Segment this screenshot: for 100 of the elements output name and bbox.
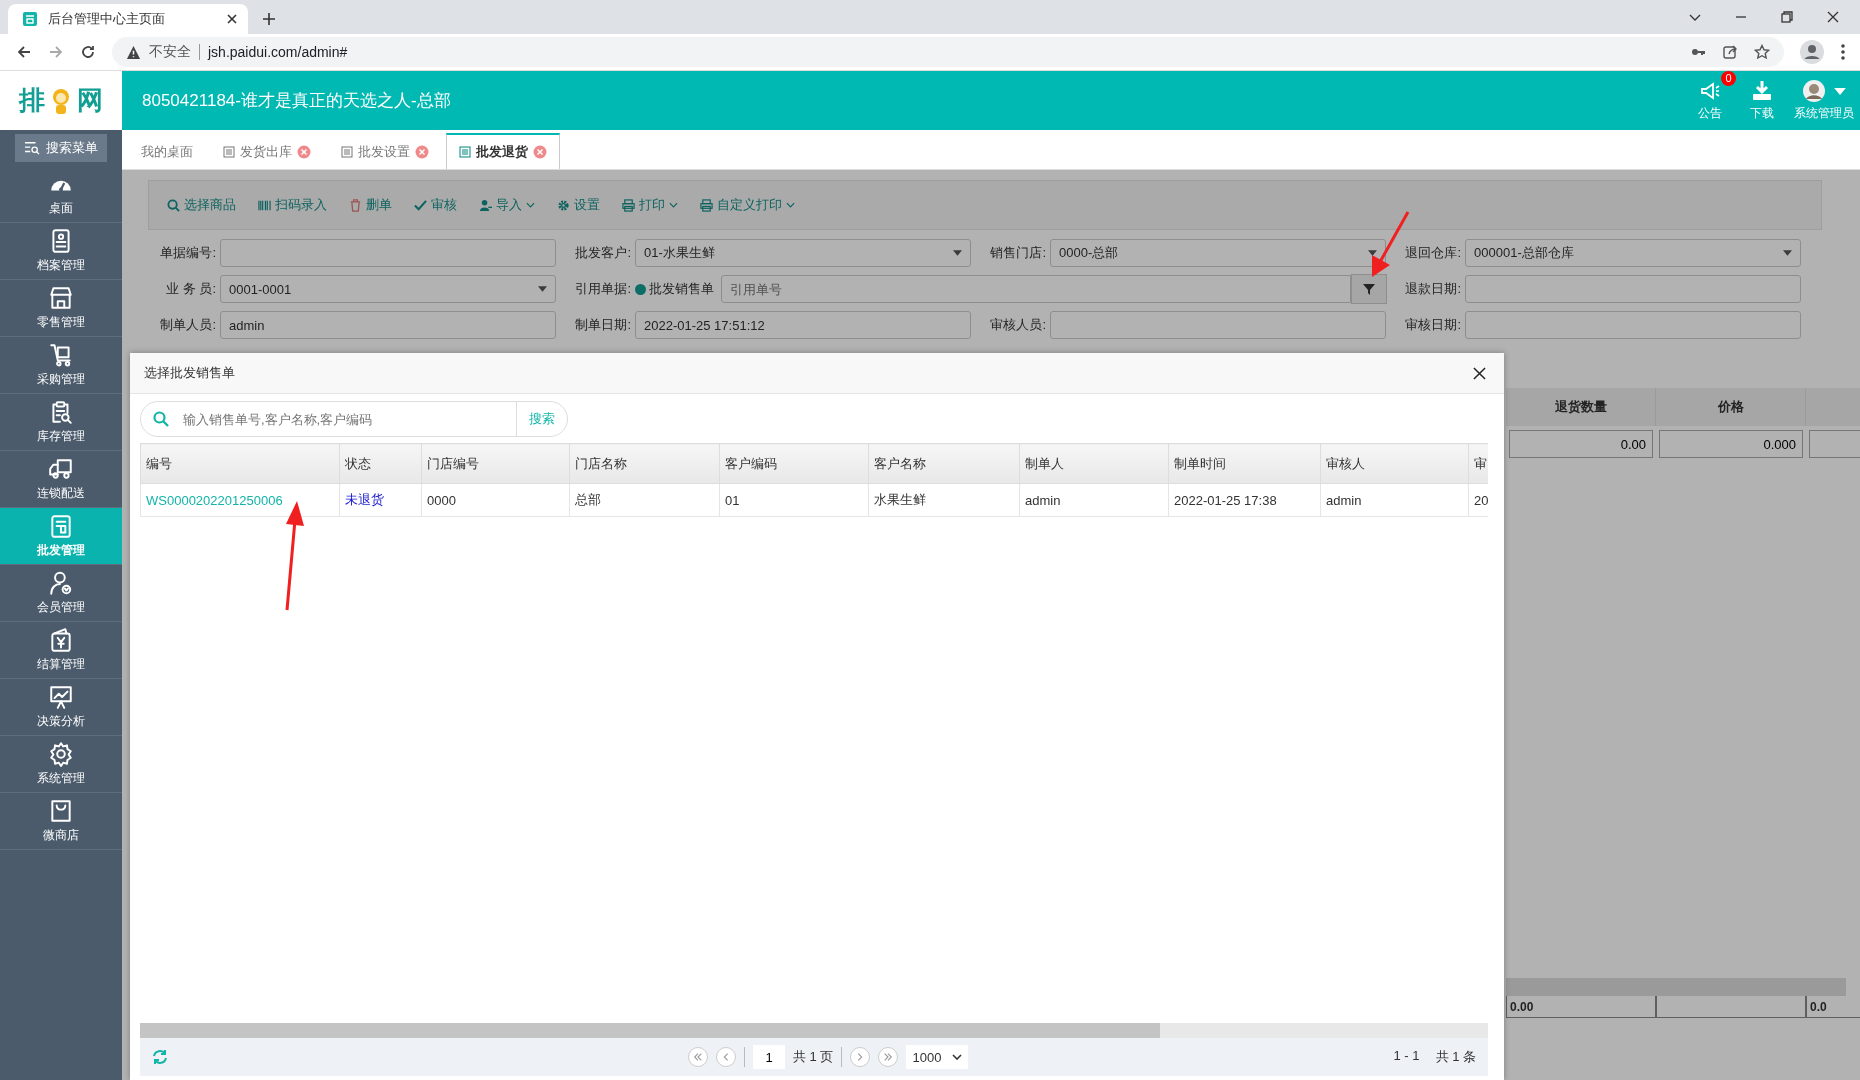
column-header: 退货数量: [1506, 388, 1656, 426]
close-icon[interactable]: [226, 13, 238, 25]
person-badge-icon: [48, 570, 74, 596]
text-field[interactable]: [1465, 275, 1801, 303]
sidebar-label: 档案管理: [37, 257, 85, 274]
column-header: 门店名称: [569, 443, 720, 484]
scrollbar[interactable]: [140, 1023, 1488, 1038]
column-header: 客户编码: [719, 443, 869, 484]
text-field[interactable]: [1050, 311, 1386, 339]
logo-text: 排: [19, 84, 45, 117]
page-count: 共 1 页: [793, 1048, 834, 1066]
settings-icon: [557, 198, 570, 212]
page-number-field[interactable]: 1: [753, 1045, 785, 1069]
page-tab[interactable]: 批发设置: [328, 134, 442, 169]
field-label: 批发客户:: [574, 244, 631, 262]
header-label: 系统管理员: [1794, 105, 1854, 122]
total-cell: 0.00: [1506, 996, 1656, 1018]
trolley-icon: [48, 342, 74, 368]
previous-page-icon: [721, 1052, 731, 1062]
select-field[interactable]: 0000-总部: [1050, 239, 1386, 267]
field-label: 退款日期:: [1404, 280, 1461, 298]
filter-button[interactable]: [1351, 274, 1387, 304]
app-title: 8050421184-谁才是真正的天选之人-总部: [142, 90, 451, 112]
table-cell: 0000: [421, 483, 570, 517]
scrollbar-thumb[interactable]: [140, 1023, 1160, 1038]
document-icon: [223, 146, 235, 158]
list-search-icon: [24, 141, 40, 155]
share-icon[interactable]: [1722, 44, 1738, 60]
text-field[interactable]: [1465, 311, 1801, 339]
field-label: 单据编号:: [159, 244, 216, 262]
restore-icon[interactable]: [1780, 10, 1794, 24]
field-label: 审核日期:: [1404, 316, 1461, 334]
check-icon: [414, 198, 427, 212]
table-cell: 2022-01-25 17:38: [1168, 483, 1321, 517]
menu-search-button[interactable]: 搜索菜单: [15, 134, 107, 162]
table-cell: 水果生鲜: [868, 483, 1020, 517]
radio-option[interactable]: 批发销售单: [635, 280, 721, 298]
tab-label: 我的桌面: [141, 143, 193, 161]
search-icon: [153, 411, 169, 427]
column-header: 状态: [339, 443, 422, 484]
record-total: 共 1 条: [1435, 1048, 1476, 1066]
filter-icon: [1363, 283, 1375, 295]
truck-icon: [48, 456, 74, 482]
caret-icon: [1834, 87, 1846, 95]
star-icon[interactable]: [1754, 44, 1770, 60]
address-bar[interactable]: 不安全 jsh.paidui.com/admin#: [112, 37, 1784, 67]
page-size-select[interactable]: 1000: [906, 1045, 969, 1069]
form-icon: [48, 513, 74, 539]
page-tab[interactable]: 发货出库: [210, 134, 324, 169]
number-field[interactable]: 0.000: [1659, 430, 1803, 458]
sidebar-label: 决策分析: [37, 713, 85, 730]
text-field[interactable]: [220, 239, 556, 267]
select-field[interactable]: 01-水果生鲜: [635, 239, 971, 267]
printer-icon: [700, 198, 713, 212]
column-header: 门店编号: [421, 443, 570, 484]
favicon-icon: [22, 11, 38, 27]
settings-icon: [48, 741, 74, 767]
text-field[interactable]: admin: [220, 311, 556, 339]
next-page-button[interactable]: [850, 1047, 871, 1067]
table-cell: admin: [1019, 483, 1169, 517]
option-label: 批发销售单: [649, 280, 714, 298]
tab-title: 后台管理中心主页面: [48, 10, 166, 28]
browser-tab[interactable]: 后台管理中心主页面: [8, 4, 248, 34]
header-notice-button[interactable]: 0 公告: [1684, 71, 1736, 122]
tab-label: 批发设置: [358, 143, 410, 161]
trash-icon: [349, 198, 362, 212]
last-page-button[interactable]: [878, 1047, 899, 1067]
first-page-button[interactable]: [688, 1047, 708, 1067]
caret-icon: [1368, 250, 1377, 256]
close-icon[interactable]: [1826, 10, 1840, 24]
table-cell: 01: [719, 483, 869, 517]
profile-icon[interactable]: [1800, 40, 1824, 64]
field-label: 制单人员:: [159, 316, 216, 334]
forward-icon[interactable]: [48, 44, 64, 60]
close-icon[interactable]: [1473, 366, 1486, 380]
select-field[interactable]: 0001-0001: [220, 275, 556, 303]
count-badge: 0: [1721, 71, 1736, 86]
refresh-icon[interactable]: [152, 1049, 168, 1065]
page-tab[interactable]: 批发退货: [446, 133, 560, 169]
select-field[interactable]: 000001-总部仓库: [1465, 239, 1801, 267]
reload-icon[interactable]: [80, 44, 96, 60]
yuan-wallet-icon: [48, 627, 74, 653]
sidebar-label: 微商店: [43, 827, 79, 844]
column-header: 制单人: [1019, 443, 1169, 484]
number-field[interactable]: 0.00: [1509, 430, 1653, 458]
column-header: 审核人: [1320, 443, 1469, 484]
previous-page-button[interactable]: [716, 1047, 736, 1067]
field-label: 审核人员:: [989, 316, 1046, 334]
field-label: 制单日期:: [574, 316, 631, 334]
record-range: 1 - 1: [1393, 1048, 1420, 1065]
caret-icon: [1783, 250, 1792, 256]
warning-icon: [126, 44, 141, 60]
new-tab-icon[interactable]: [262, 12, 276, 26]
reference-field[interactable]: 引用单号: [721, 275, 1351, 303]
back-icon[interactable]: [16, 44, 32, 60]
more-icon[interactable]: [1840, 43, 1846, 61]
text-field[interactable]: 2022-01-25 17:51:12: [635, 311, 971, 339]
page-tab[interactable]: 我的桌面: [128, 134, 206, 169]
radio-button[interactable]: [635, 283, 646, 295]
table-cell: 未退货: [339, 483, 422, 517]
